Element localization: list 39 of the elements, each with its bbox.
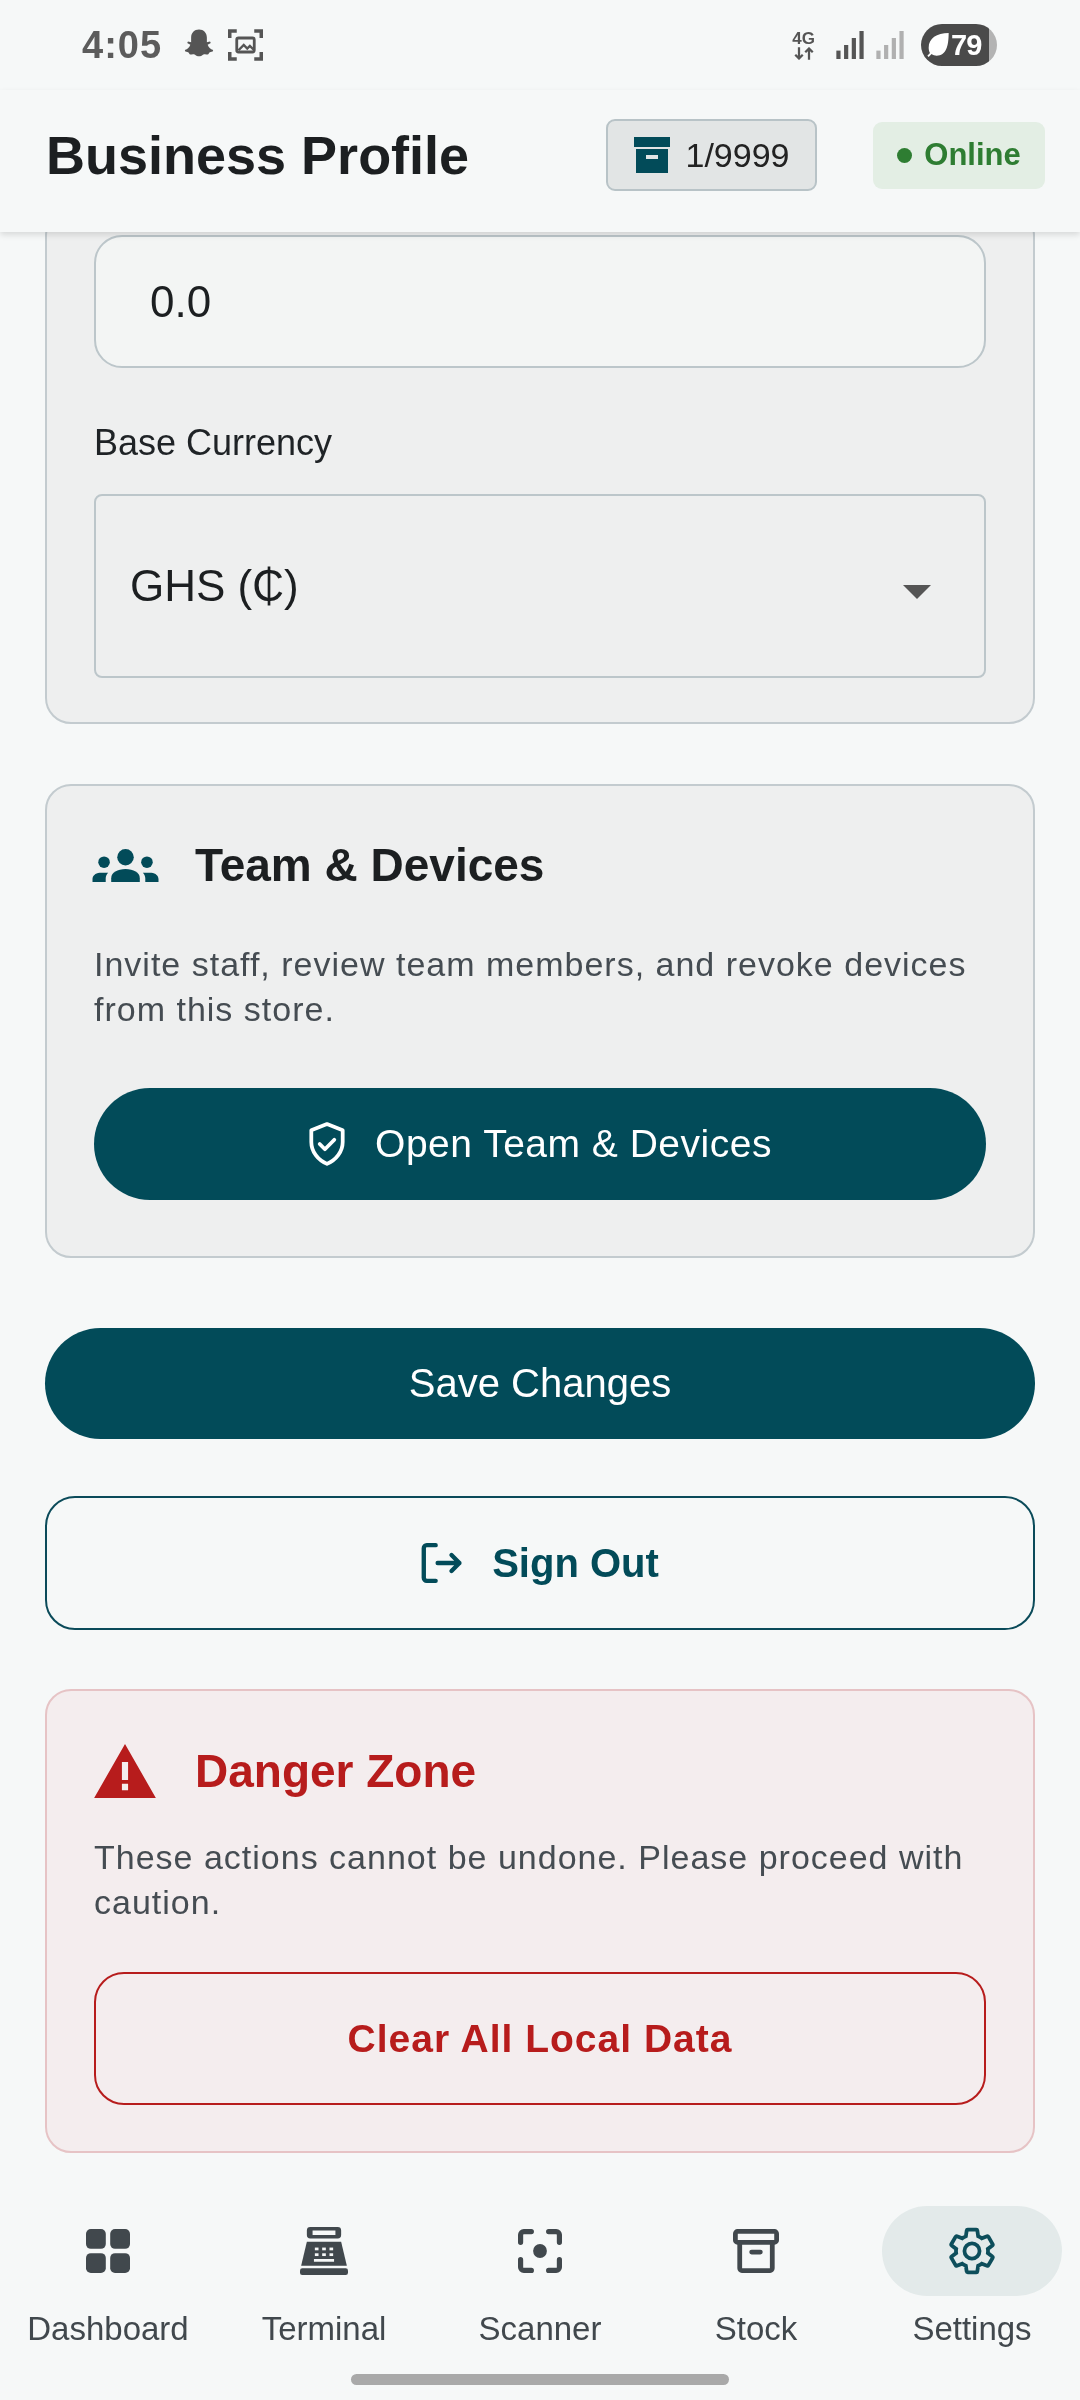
screenshot-icon [228,28,264,62]
card-description: These actions cannot be undone. Please proceed with caution. [94,1837,965,1923]
nav-tab[interactable]: Scanner [432,2206,648,2349]
shield-check-icon [308,1121,347,1167]
currency-dropdown[interactable]: GHS (₵) [94,494,986,678]
archive-box-icon [633,137,670,173]
leaf-icon [927,33,949,57]
caret-down-icon [903,585,931,599]
data-arrows-icon [793,47,814,60]
clear-data-button[interactable]: Clear All Local Data [94,1972,986,2105]
archive-box-icon [733,2229,779,2273]
signal-icon [835,31,865,59]
sign-out-button[interactable]: Sign Out [45,1496,1035,1630]
scan-frame-icon [518,2229,562,2273]
exit-arrow-icon [421,1543,464,1583]
card-title: Danger Zone [195,1744,477,1798]
cash-register-icon [300,2227,348,2275]
clock-time: 4:05 [82,23,163,67]
warning-icon [94,1744,156,1798]
nav-tab[interactable]: Settings [864,2206,1080,2349]
nav-tab[interactable]: Stock [648,2206,864,2349]
people-icon [92,848,159,882]
save-button[interactable]: Save Changes [45,1328,1035,1439]
counter-text: 1/9999 [685,135,790,175]
nav-tab[interactable]: Dashboard [0,2206,216,2349]
status-text: Online [924,137,1021,173]
settings-icon [949,2227,995,2275]
field-label: Base Currency [94,421,334,465]
page-title: Business Profile [46,124,470,186]
status-dot-icon [897,147,913,163]
open-team-button[interactable]: Open Team & Devices [94,1088,986,1200]
card-title: Team & Devices [195,838,545,892]
signal-icon [875,31,905,59]
network-type-label: 4G [792,30,815,47]
battery-percentage: 79 [951,28,982,62]
grid-icon [86,2229,130,2273]
number-field[interactable]: 0.0 [94,235,986,368]
card-description: Invite staff, review team members, and revoke devices from this store. [94,944,968,1030]
nav-tab[interactable]: Terminal [216,2206,432,2349]
